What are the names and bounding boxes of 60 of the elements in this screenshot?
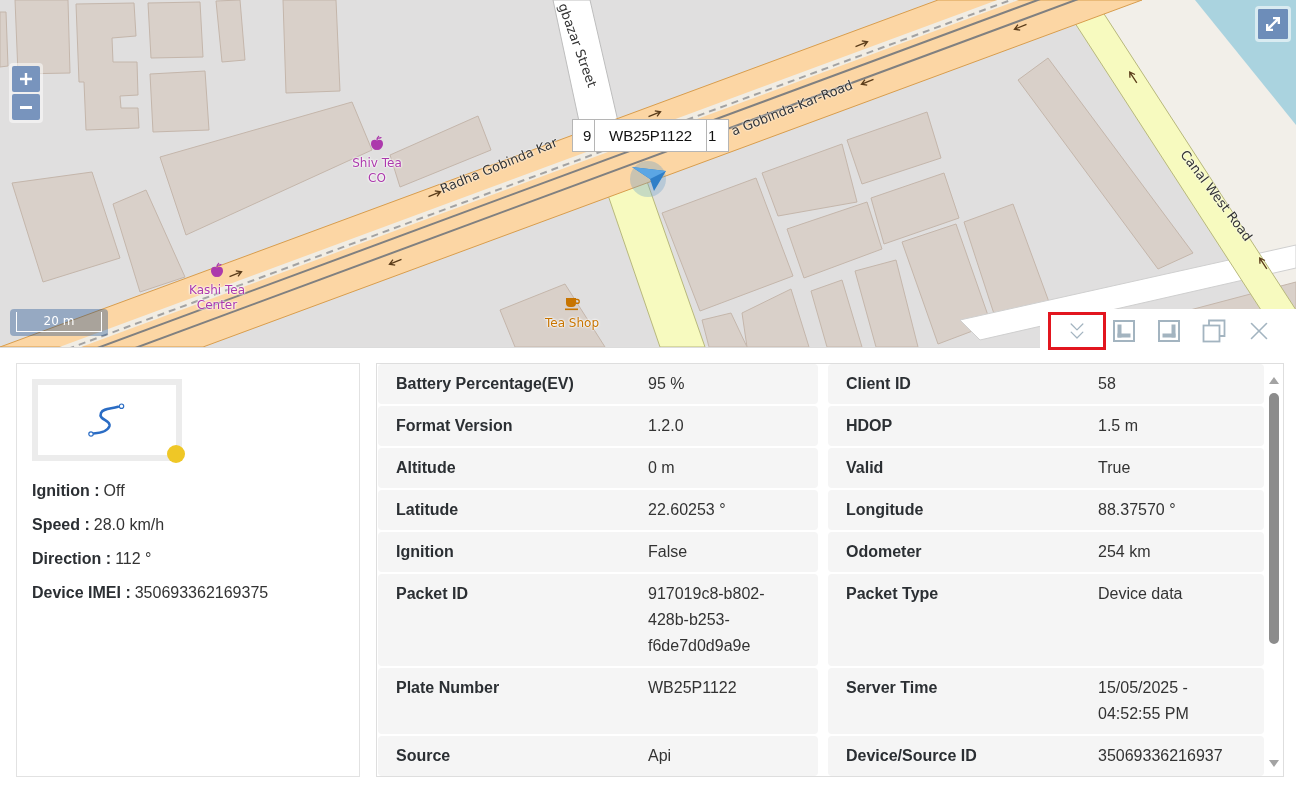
info-value: 350693362169375: [134, 583, 269, 603]
scale-bar: 20 m: [10, 309, 108, 336]
zoom-out-button[interactable]: [12, 94, 40, 120]
vehicle-label: 1: [706, 119, 730, 152]
diagonal-arrows-icon: [1266, 17, 1280, 31]
info-label: Ignition :: [32, 481, 100, 501]
collapse-button[interactable]: [1048, 312, 1106, 350]
zoom-in-button[interactable]: [12, 66, 40, 92]
detail-label: Server Time: [846, 678, 939, 698]
detail-value: 0 m: [648, 458, 676, 478]
place-label: Shiv Tea CO: [351, 156, 403, 186]
info-label: Direction :: [32, 549, 112, 569]
detail-value: 22.60253 °: [648, 500, 727, 520]
detail-value: 35069336216937: [1098, 746, 1224, 766]
detail-value: False: [648, 542, 689, 562]
detail-label: Altitude: [396, 458, 457, 478]
detail-label: Ignition: [396, 542, 455, 562]
detail-value: 15/05/2025 - 04:52:55 PM: [1098, 678, 1190, 724]
detail-label: Longitude: [846, 500, 925, 520]
fullscreen-button[interactable]: [1255, 6, 1291, 42]
detail-label: Battery Percentage(EV): [396, 374, 575, 394]
overlapping-squares-icon: [1202, 319, 1226, 343]
route-icon: [87, 403, 127, 437]
detail-label: Client ID: [846, 374, 912, 394]
vehicle-label: WB25P1122: [594, 119, 708, 152]
detail-label: Plate Number: [396, 678, 501, 698]
detail-value: 254 km: [1098, 542, 1152, 562]
detail-label: Device/Source ID: [846, 746, 978, 766]
detail-label: Packet Type: [846, 584, 940, 604]
detail-value: 1.5 m: [1098, 416, 1139, 436]
info-value: Off: [103, 481, 125, 501]
apple-icon: [369, 135, 385, 151]
plus-icon: [20, 73, 32, 85]
detail-label: Valid: [846, 458, 885, 478]
detail-value: 1.2.0: [648, 416, 685, 436]
info-label: Device IMEI :: [32, 583, 131, 603]
detail-label: Format Version: [396, 416, 514, 436]
detail-label: Source: [396, 746, 452, 766]
detail-label: Latitude: [396, 500, 460, 520]
place-label: Tea Shop: [545, 316, 599, 331]
info-label: Speed :: [32, 515, 90, 535]
detail-value: 58: [1098, 374, 1117, 394]
detail-label: Packet ID: [396, 584, 470, 604]
apple-icon: [209, 262, 225, 278]
detail-value: True: [1098, 458, 1132, 478]
info-value: 28.0 km/h: [93, 515, 165, 535]
cup-icon: [564, 295, 580, 311]
vehicle-label: 9: [572, 119, 595, 152]
detail-value: 917019c8-b802-428b-b253-f6de7d0d9a9e: [648, 584, 766, 656]
detail-value: Device data: [1098, 584, 1184, 604]
detail-value: 95 %: [648, 374, 686, 394]
detail-value: Api: [648, 746, 673, 766]
layout-right-icon: [1158, 320, 1180, 342]
layout-left-icon: [1113, 320, 1135, 342]
detail-label: HDOP: [846, 416, 894, 436]
detail-label: Odometer: [846, 542, 923, 562]
minus-icon: [20, 105, 32, 109]
detail-value: 88.37570 °: [1098, 500, 1177, 520]
detail-value: WB25P1122: [648, 678, 738, 698]
info-value: 112 °: [115, 549, 152, 569]
